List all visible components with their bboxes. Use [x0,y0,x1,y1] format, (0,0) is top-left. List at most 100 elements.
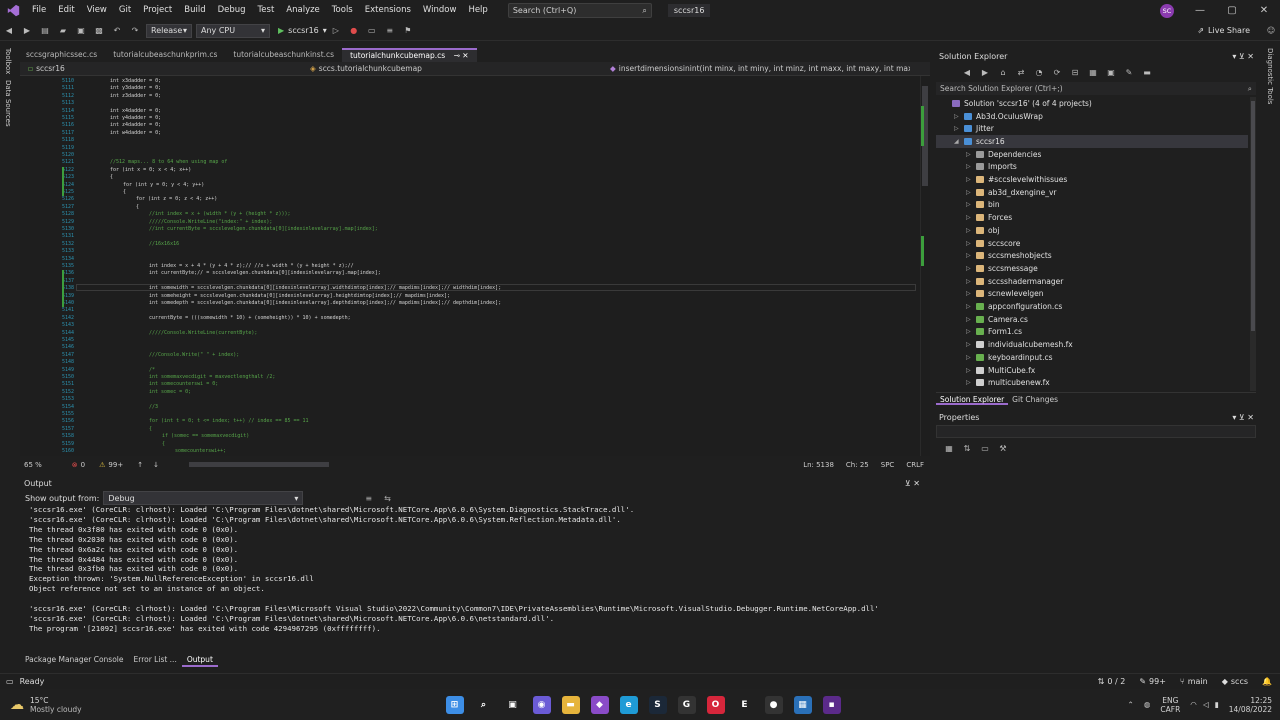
search-input[interactable]: Search (Ctrl+Q) ⌕ [507,3,652,18]
sync-icon[interactable]: ⟳ [1050,65,1064,79]
terminal-icon[interactable]: ▪ [822,695,841,714]
solution-tree-item[interactable]: ▷ #sccslevelwithissues [936,173,1248,186]
properties-object-select[interactable] [936,425,1256,438]
live-share-button[interactable]: ⇗ Live Share [1197,26,1250,35]
open-icon[interactable]: ▰ [56,24,70,38]
code-line[interactable]: int somec = 0; [149,389,191,395]
visual-studio-icon[interactable]: ◆ [590,695,609,714]
expand-arrow-icon[interactable]: ▷ [966,176,976,183]
back-icon[interactable]: ◀ [2,24,16,38]
comment-icon[interactable]: ≡ [383,24,397,38]
solution-tree-item[interactable]: ◢ sccsr16 [936,135,1248,148]
expand-arrow-icon[interactable]: ▷ [966,341,976,348]
clear-output-icon[interactable]: ≡ [365,494,372,503]
expand-arrow-icon[interactable]: ▷ [966,265,976,272]
start-debug-button[interactable]: ▶ sccsr16 ▾ [278,26,327,35]
categorized-icon[interactable]: ▦ [942,441,956,455]
code-line[interactable]: //16x16x16 [149,241,179,247]
wrench-icon[interactable]: ⚒ [996,441,1010,455]
status-branch[interactable]: main [1188,677,1208,686]
expand-arrow-icon[interactable]: ▷ [954,125,964,132]
code-line[interactable]: for (int x = 0; x < 4; x++) [110,167,191,173]
menu-item-test[interactable]: Test [252,0,281,21]
wifi-icon[interactable]: ◠ [1190,700,1197,709]
redo-icon[interactable]: ↷ [128,24,142,38]
document-tab[interactable]: tutorialcubeaschunkprim.cs [105,48,225,62]
editor-vertical-scrollbar[interactable] [920,76,930,456]
code-line[interactable]: ///Console.Write(" " + index); [149,352,239,358]
code-line[interactable]: int index = x + 4 * (y + 4 * z);// //x +… [149,263,354,269]
back-icon[interactable]: ◀ [960,65,974,79]
code-editor[interactable]: 5110 int x3dadder = 0; 5111 int y3dadder = … [20,76,920,456]
task-view-icon[interactable]: ▣ [503,695,522,714]
code-line[interactable]: int somecounterswi = 0; [149,381,218,387]
whitespace-mode[interactable]: SPC [881,461,895,469]
code-line[interactable]: { [162,441,165,447]
github-icon[interactable]: G [677,695,696,714]
scroll-thumb[interactable] [1251,101,1255,331]
volume-icon[interactable]: ◁ [1203,700,1209,709]
expand-arrow-icon[interactable]: ▷ [966,278,976,285]
hot-reload-icon[interactable]: ● [347,24,361,38]
preview-icon[interactable]: ▣ [1104,65,1118,79]
solution-tree-item[interactable]: ▷ sccsmeshobjects [936,249,1248,262]
class-dropdown[interactable]: ◈ sccs.tutorialchunkcubemap [310,64,610,73]
platform-select[interactable]: Any CPU ▾ [196,23,270,38]
alphabetical-icon[interactable]: ⇅ [960,441,974,455]
word-wrap-icon[interactable]: ⇆ [384,494,391,503]
avatar[interactable]: SC [1160,3,1174,18]
expand-arrow-icon[interactable]: ▷ [966,240,976,247]
solution-scrollbar[interactable] [1250,97,1256,391]
diagnostic-tools-tab[interactable]: Diagnostic Tools [1266,48,1274,104]
solution-tree-item[interactable]: ▷ MultiCube.fx [936,364,1248,377]
solution-search-input[interactable]: Search Solution Explorer (Ctrl+;) ⌕ [936,82,1256,95]
solution-tree-item[interactable]: ▷ ab3d_dxengine_vr [936,186,1248,199]
opera-icon[interactable]: O [706,695,725,714]
collapse-all-icon[interactable]: ⊟ [1068,65,1082,79]
output-text[interactable]: 'sccsr16.exe' (CoreCLR: clrhost): Loaded… [20,505,920,643]
settings-icon[interactable]: ▬ [1140,65,1154,79]
expand-arrow-icon[interactable]: ▷ [954,113,964,120]
code-line[interactable]: int x4dadder = 0; [110,108,161,114]
bottom-tab[interactable]: Error List ... [129,655,182,667]
code-line[interactable]: if (somec == somemaxvecdigit) [162,433,249,439]
solution-panel-tab[interactable]: Git Changes [1008,393,1062,405]
show-all-files-icon[interactable]: ▦ [1086,65,1100,79]
code-line[interactable]: for (int z = 0; z < 4; z++) [136,196,217,202]
code-line[interactable]: //3 [149,404,158,410]
windows-start-icon[interactable]: ⊞ [445,695,464,714]
minimize-icon[interactable]: — [1184,5,1216,16]
configuration-select[interactable]: Release ▾ [146,23,192,38]
home-icon[interactable]: ⌂ [996,65,1010,79]
battery-icon[interactable]: ▮ [1215,700,1219,709]
menu-item-build[interactable]: Build [178,0,211,21]
obs-icon[interactable]: ● [764,695,783,714]
pin-close-icon[interactable]: ▾ ⊻ ✕ [1232,413,1254,422]
edge-icon[interactable]: e [619,695,638,714]
code-line[interactable]: /////Console.WriteLine("index:" + index)… [149,219,272,225]
toolbox-tab[interactable]: Toolbox [4,48,12,74]
solution-tree-item[interactable]: ▷ keyboardinput.cs [936,351,1248,364]
code-line[interactable]: int somedepth = sccslevelgen.chunkdata[0… [149,300,501,306]
code-line[interactable]: int somemaxvecdigit = maxvectlengthalt /… [149,374,275,380]
pin-close-icon[interactable]: ▾ ⊻ ✕ [1232,52,1254,61]
menu-item-git[interactable]: Git [113,0,137,21]
document-tab[interactable]: tutorialchunkcubemap.cs ⊸ ✕ [342,48,477,62]
expand-arrow-icon[interactable]: ▷ [966,189,976,196]
file-explorer-icon[interactable]: ▬ [561,695,580,714]
property-pages-icon[interactable]: ▭ [978,441,992,455]
chevron-up-icon[interactable]: ⌃ [1128,700,1134,709]
solution-tree-item[interactable]: ▷ sccsshadermanager [936,275,1248,288]
expand-arrow-icon[interactable]: ▷ [966,316,976,323]
code-line[interactable]: //int index = x + (width * (y + (height … [149,211,290,217]
menu-item-help[interactable]: Help [462,0,493,21]
solution-tree-item[interactable]: ▷ Form1.cs [936,326,1248,339]
app-icon[interactable]: ▦ [793,695,812,714]
document-tab[interactable]: sccsgraphicssec.cs [18,48,105,62]
solution-panel-tab[interactable]: Solution Explorer [936,393,1009,405]
expand-arrow-icon[interactable]: ▷ [966,303,976,310]
solution-tree-item[interactable]: ▷ sccsmessage [936,262,1248,275]
bottom-tab[interactable]: Package Manager Console [20,655,129,667]
solution-tree-item[interactable]: ▷ Dependencies [936,148,1248,161]
pin-icon[interactable]: ⊻ ✕ [905,479,920,488]
